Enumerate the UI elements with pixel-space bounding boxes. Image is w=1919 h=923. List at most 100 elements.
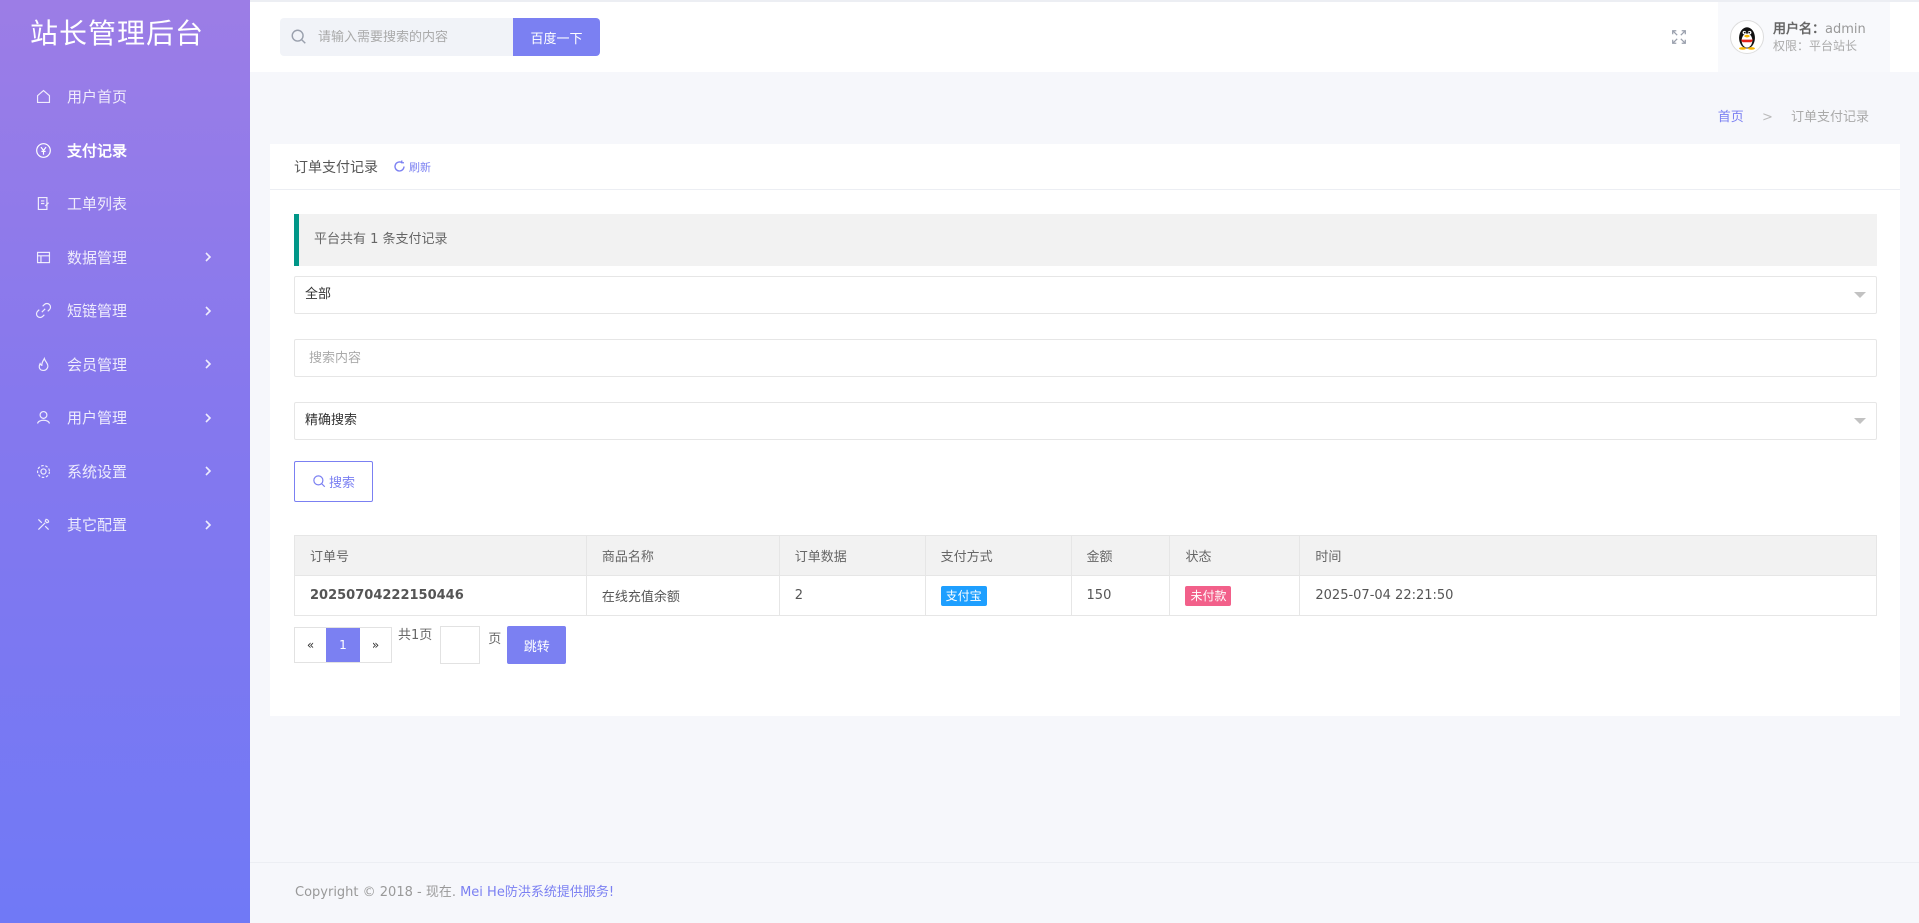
table-header-row: 订单号 商品名称 订单数据 支付方式 金额 状态 时间 <box>294 535 1877 576</box>
column-header: 订单号 <box>294 535 587 576</box>
home-icon <box>34 88 52 106</box>
jump-page-input[interactable] <box>440 626 481 664</box>
search-icon <box>291 29 306 44</box>
search-icon <box>313 475 326 488</box>
page-unit-label: 页 <box>488 632 502 647</box>
next-page-button[interactable]: » <box>360 628 391 662</box>
chevron-right-icon <box>201 250 215 264</box>
sidebar-item-users[interactable]: 用户管理 <box>0 391 250 445</box>
chevron-right-icon <box>201 411 215 425</box>
table-row: 20250704222150446 在线充值余额 2 支付宝 150 未付款 2… <box>294 575 1877 616</box>
payment-records-card: 订单支付记录 刷新 平台共有 1 条支付记录 全部 精确搜索 搜索 订单号 商品… <box>270 144 1900 716</box>
user-name: admin <box>1825 21 1866 37</box>
sidebar-item-label: 工单列表 <box>67 195 128 214</box>
breadcrumb-current: 订单支付记录 <box>1790 110 1869 125</box>
status-badge: 未付款 <box>1185 585 1232 606</box>
breadcrumb-separator: > <box>1761 110 1773 125</box>
yen-icon <box>34 141 52 159</box>
user-name-label: 用户名： <box>1773 21 1826 37</box>
chevron-right-icon <box>201 357 215 371</box>
refresh-button[interactable]: 刷新 <box>392 159 431 175</box>
product-name-cell: 在线充值余额 <box>585 575 780 616</box>
status-cell: 未付款 <box>1169 575 1301 616</box>
gear-icon <box>34 462 52 480</box>
chevron-right-icon <box>201 518 215 532</box>
sidebar-item-label: 支付记录 <box>67 141 128 160</box>
user-name-line: 用户名：admin <box>1773 21 1866 38</box>
link-icon <box>34 302 52 320</box>
sidebar-item-payments[interactable]: 支付记录 <box>0 124 250 178</box>
breadcrumb: 首页 > 订单支付记录 <box>1718 106 1869 125</box>
search-mode-value: 精确搜索 <box>305 413 358 428</box>
sidebar-item-other[interactable]: 其它配置 <box>0 498 250 552</box>
header-search-box <box>280 18 514 56</box>
page-1-button[interactable]: 1 <box>326 628 360 662</box>
copyright-text: Copyright © 2018 - 现在. <box>295 885 461 900</box>
time-cell: 2025-07-04 22:21:50 <box>1299 575 1877 616</box>
footer-service-link[interactable]: Mei He防洪系统提供服务! <box>460 885 614 900</box>
top-header: 百度一下 用户名：admin 权限：平台站长 <box>250 0 1919 72</box>
database-icon <box>34 248 52 266</box>
search-content-input[interactable] <box>294 339 1877 377</box>
sidebar: 站长管理后台 用户首页 支付记录 工单列表 数据管理 短链管理 会员管理 用户管… <box>0 0 250 923</box>
payment-table: 订单号 商品名称 订单数据 支付方式 金额 状态 时间 202507042221… <box>294 535 1877 616</box>
caret-down-icon <box>1854 418 1866 424</box>
column-header: 订单数据 <box>778 535 926 576</box>
avatar <box>1730 20 1764 54</box>
search-mode-select[interactable]: 精确搜索 <box>294 402 1877 440</box>
user-icon <box>34 409 52 427</box>
column-header: 商品名称 <box>585 535 780 576</box>
column-header: 状态 <box>1169 535 1301 576</box>
pay-method-badge: 支付宝 <box>940 585 987 606</box>
pay-method-cell: 支付宝 <box>924 575 1072 616</box>
order-number-cell: 20250704222150446 <box>294 575 587 616</box>
user-menu[interactable]: 用户名：admin 权限：平台站长 <box>1718 2 1890 72</box>
sidebar-item-label: 用户首页 <box>67 88 128 107</box>
status-select[interactable]: 全部 <box>294 276 1877 314</box>
page-total: 共1页 <box>398 628 433 643</box>
header-search-button[interactable]: 百度一下 <box>513 18 600 56</box>
sidebar-item-label: 用户管理 <box>67 409 128 428</box>
prev-page-button[interactable]: « <box>295 628 326 662</box>
search-button[interactable]: 搜索 <box>294 461 373 502</box>
sidebar-item-home[interactable]: 用户首页 <box>0 70 250 124</box>
sidebar-item-label: 短链管理 <box>67 302 128 321</box>
order-data-cell: 2 <box>778 575 926 616</box>
sidebar-item-label: 会员管理 <box>67 355 128 374</box>
footer: Copyright © 2018 - 现在. Mei He防洪系统提供服务! <box>250 862 1919 923</box>
user-info: 用户名：admin 权限：平台站长 <box>1773 21 1866 54</box>
status-select-value: 全部 <box>305 287 332 302</box>
refresh-icon <box>394 160 405 172</box>
tools-icon <box>34 516 52 534</box>
column-header: 支付方式 <box>924 535 1072 576</box>
search-button-label: 搜索 <box>328 476 355 491</box>
record-count-notice: 平台共有 1 条支付记录 <box>294 214 1877 266</box>
fullscreen-icon[interactable] <box>1670 28 1690 48</box>
amount-cell: 150 <box>1070 575 1171 616</box>
breadcrumb-home-link[interactable]: 首页 <box>1718 110 1744 125</box>
sidebar-item-label: 其它配置 <box>67 516 128 535</box>
sidebar-item-shortlink[interactable]: 短链管理 <box>0 284 250 338</box>
header-search-input[interactable] <box>318 29 498 45</box>
sidebar-item-members[interactable]: 会员管理 <box>0 338 250 392</box>
sidebar-item-settings[interactable]: 系统设置 <box>0 445 250 499</box>
sidebar-nav: 用户首页 支付记录 工单列表 数据管理 短链管理 会员管理 用户管理 系统设置 … <box>0 70 250 552</box>
pagination: « 1 » 共1页 页 跳转 <box>294 626 567 664</box>
caret-down-icon <box>1854 292 1866 298</box>
jump-button[interactable]: 跳转 <box>507 626 567 664</box>
column-header: 金额 <box>1070 535 1171 576</box>
sidebar-item-label: 系统设置 <box>67 462 128 481</box>
refresh-label: 刷新 <box>409 160 431 174</box>
sidebar-item-label: 数据管理 <box>67 248 128 267</box>
penguin-avatar-icon <box>1739 27 1755 50</box>
card-header: 订单支付记录 刷新 <box>270 144 1900 190</box>
brand-title: 站长管理后台 <box>30 17 205 50</box>
sidebar-item-data[interactable]: 数据管理 <box>0 231 250 285</box>
column-header: 时间 <box>1299 535 1877 576</box>
user-role: 权限：平台站长 <box>1773 38 1858 53</box>
fire-icon <box>34 355 52 373</box>
chevron-right-icon <box>201 304 215 318</box>
pagination-buttons: « 1 » <box>294 627 392 663</box>
card-title: 订单支付记录 <box>294 159 378 176</box>
sidebar-item-tickets[interactable]: 工单列表 <box>0 177 250 231</box>
